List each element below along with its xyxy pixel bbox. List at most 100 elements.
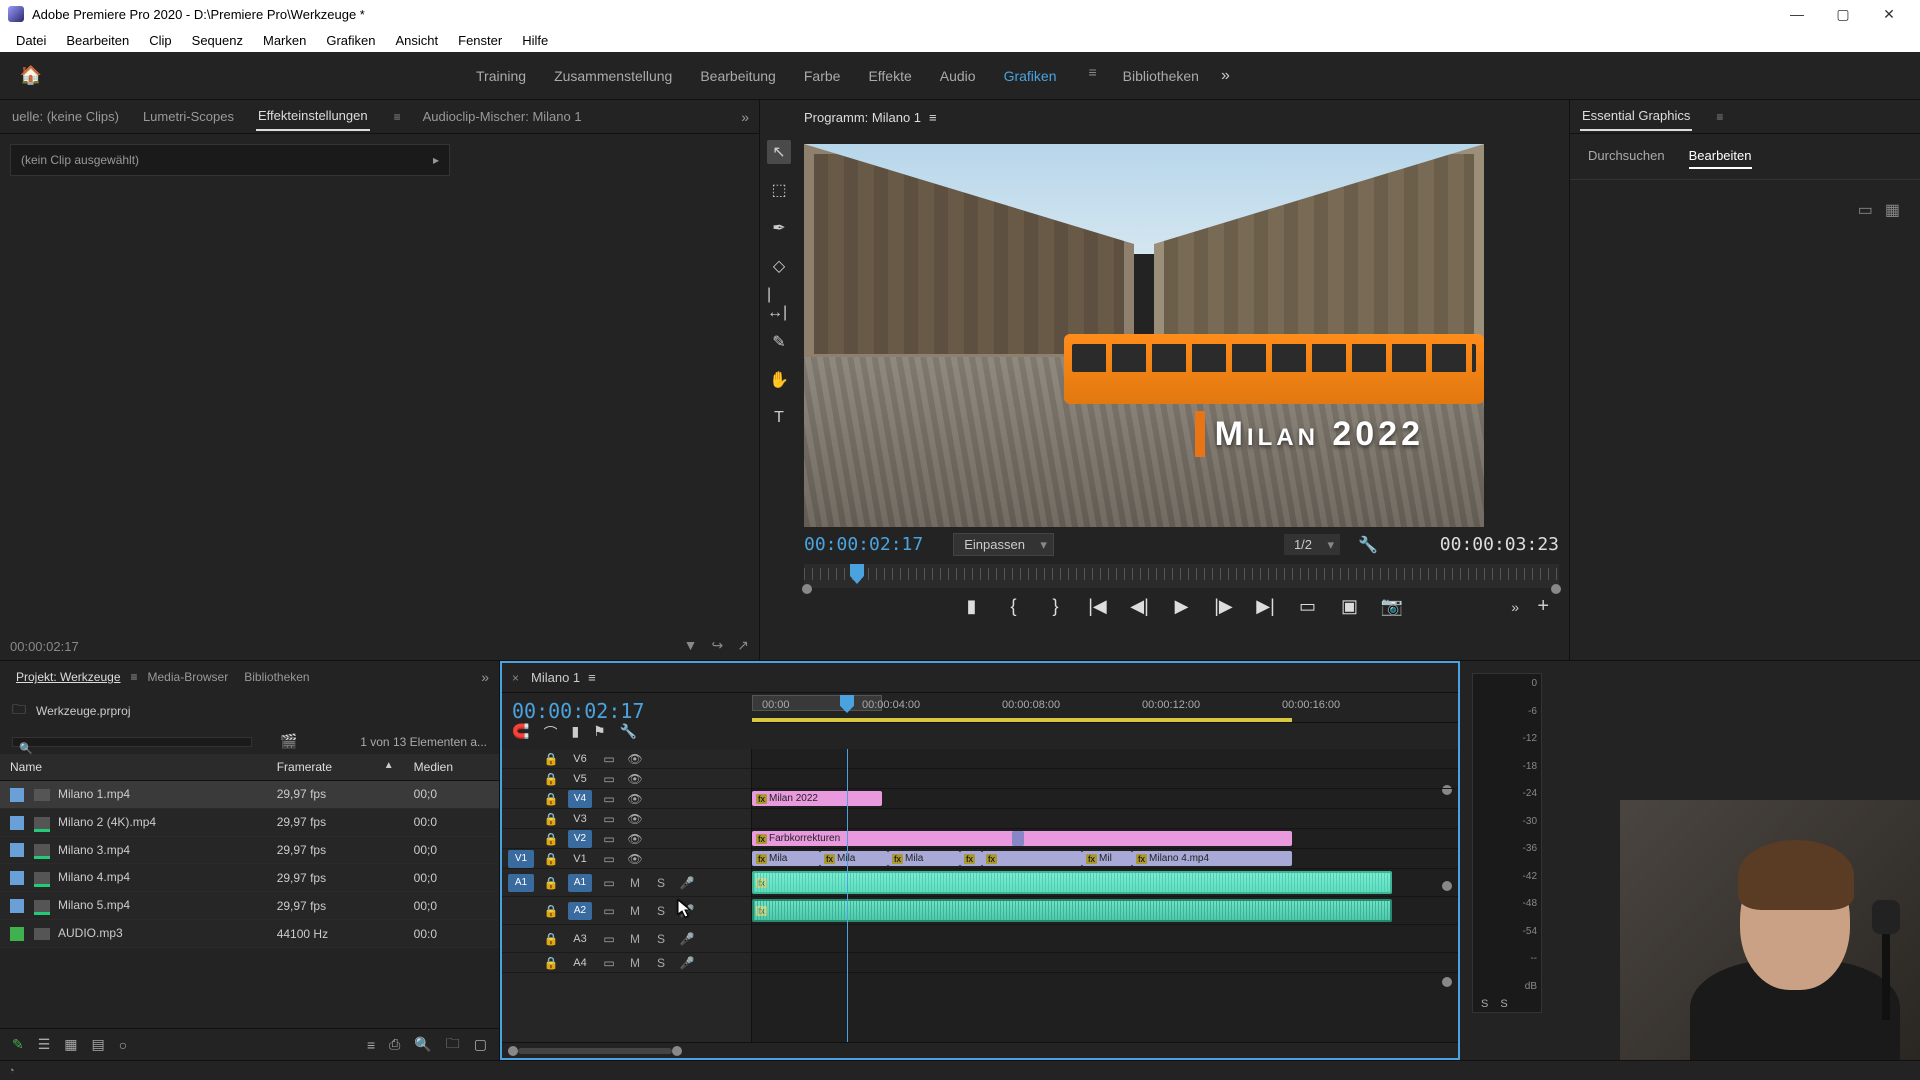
- eye-icon[interactable]: 👁: [626, 852, 644, 866]
- close-button[interactable]: ✕: [1866, 0, 1912, 28]
- fx-badge[interactable]: fx: [1136, 854, 1147, 864]
- column-header[interactable]: Name: [0, 754, 267, 781]
- export-frame-icon[interactable]: 📷: [1381, 596, 1403, 617]
- menu-hilfe[interactable]: Hilfe: [514, 31, 556, 50]
- track-name[interactable]: A4: [568, 957, 592, 969]
- maximize-button[interactable]: ▢: [1820, 0, 1866, 28]
- scroll-handle[interactable]: [1442, 977, 1452, 987]
- track-lane[interactable]: [752, 809, 1458, 829]
- lift-icon[interactable]: ▭: [1297, 596, 1319, 617]
- sync-lock-icon[interactable]: ▭: [600, 792, 618, 806]
- audio-track-header[interactable]: 🔒A2▭MS🎤: [502, 897, 751, 925]
- search-input[interactable]: [12, 737, 252, 747]
- track-lane[interactable]: [752, 953, 1458, 973]
- track-name[interactable]: V4: [568, 790, 592, 808]
- timeline-hscroll[interactable]: [502, 1042, 1458, 1058]
- sync-lock-icon[interactable]: ▭: [600, 876, 618, 890]
- extract-icon[interactable]: ▣: [1339, 596, 1361, 617]
- source-patch[interactable]: [508, 750, 534, 768]
- clip[interactable]: fx: [982, 851, 1082, 866]
- source-patch[interactable]: [508, 830, 534, 848]
- workspace-zusammenstellung[interactable]: Zusammenstellung: [552, 64, 674, 88]
- track-name[interactable]: V3: [568, 813, 592, 825]
- panel-menu-icon[interactable]: ≡: [131, 670, 138, 684]
- step-fwd-icon[interactable]: |▶: [1213, 596, 1235, 617]
- track-lane[interactable]: fxMilan 2022: [752, 789, 1458, 809]
- panel-menu-icon[interactable]: ≡: [394, 110, 401, 124]
- minimize-button[interactable]: —: [1774, 0, 1820, 28]
- project-item[interactable]: Milano 1.mp429,97 fps00;0: [0, 781, 499, 809]
- insert-icon[interactable]: ↪: [712, 637, 724, 654]
- find-icon[interactable]: 🔍: [414, 1036, 431, 1053]
- play-icon[interactable]: ▶: [1171, 596, 1193, 617]
- track-name[interactable]: A3: [568, 933, 592, 945]
- eye-icon[interactable]: 👁: [626, 792, 644, 806]
- workspace-bearbeitung[interactable]: Bearbeitung: [698, 64, 778, 88]
- playhead-line[interactable]: [847, 749, 848, 1042]
- lock-icon[interactable]: 🔒: [542, 792, 560, 806]
- clip[interactable]: fxMila: [752, 851, 820, 866]
- project-item[interactable]: AUDIO.mp344100 Hz00:0: [0, 920, 499, 948]
- project-tab[interactable]: Projekt: Werkzeuge: [10, 666, 127, 688]
- workspace-farbe[interactable]: Farbe: [802, 64, 843, 88]
- project-tab[interactable]: Bibliotheken: [238, 666, 315, 688]
- solo-button[interactable]: S: [652, 932, 670, 946]
- lock-icon[interactable]: 🔒: [542, 932, 560, 946]
- panel-menu-icon[interactable]: ≡: [588, 670, 596, 685]
- clip[interactable]: fxMilan 2022: [752, 791, 882, 806]
- eg-tab-durchsuchen[interactable]: Durchsuchen: [1588, 144, 1665, 169]
- video-track-header[interactable]: 🔒 V4 ▭ 👁: [502, 789, 751, 809]
- solo-button[interactable]: S: [652, 904, 670, 918]
- zoom-slider[interactable]: ○: [119, 1037, 127, 1053]
- freeform-view-icon[interactable]: ▤: [92, 1036, 105, 1053]
- clip[interactable]: fxMila: [820, 851, 888, 866]
- menu-datei[interactable]: Datei: [8, 31, 54, 50]
- source-patch[interactable]: A1: [508, 874, 534, 892]
- new-bin2-icon[interactable]: 🗀: [446, 1033, 460, 1057]
- track-lane[interactable]: fxFarbkorrekturen: [752, 829, 1458, 849]
- workspace-training[interactable]: Training: [474, 64, 528, 88]
- export-frame-icon[interactable]: ↗: [737, 637, 749, 654]
- menu-clip[interactable]: Clip: [141, 31, 179, 50]
- audio-track-header[interactable]: 🔒A3▭MS🎤: [502, 925, 751, 953]
- audio-track-header[interactable]: 🔒A4▭MS🎤: [502, 953, 751, 973]
- eye-icon[interactable]: 👁: [626, 752, 644, 766]
- solo-left[interactable]: S: [1481, 998, 1488, 1010]
- mute-button[interactable]: M: [626, 904, 644, 918]
- track-name[interactable]: A2: [568, 902, 592, 920]
- menu-fenster[interactable]: Fenster: [450, 31, 510, 50]
- mute-button[interactable]: M: [626, 932, 644, 946]
- source-patch[interactable]: [508, 954, 534, 972]
- close-sequence-icon[interactable]: ×: [512, 671, 519, 685]
- sync-lock-icon[interactable]: ▭: [600, 752, 618, 766]
- menu-ansicht[interactable]: Ansicht: [387, 31, 446, 50]
- group-icon[interactable]: ▦: [1885, 200, 1900, 220]
- list-view-icon[interactable]: ☰: [38, 1036, 51, 1053]
- sync-lock-icon[interactable]: ▭: [600, 832, 618, 846]
- mute-button[interactable]: M: [626, 956, 644, 970]
- column-header[interactable]: Framerate▲: [267, 754, 404, 781]
- pen2-tool-icon[interactable]: ✎: [767, 330, 791, 354]
- workspace-audio[interactable]: Audio: [938, 64, 978, 88]
- settings-icon[interactable]: 🔧: [620, 723, 637, 743]
- workspace-effekte[interactable]: Effekte: [866, 64, 913, 88]
- fx-badge[interactable]: fx: [892, 854, 903, 864]
- label-chip[interactable]: [10, 816, 24, 830]
- source-patch[interactable]: [508, 810, 534, 828]
- sync-lock-icon[interactable]: ▭: [600, 772, 618, 786]
- video-track-header[interactable]: 🔒V2▭👁: [502, 829, 751, 849]
- solo-button[interactable]: S: [652, 956, 670, 970]
- new-item-icon[interactable]: ▢: [474, 1036, 487, 1053]
- source-patch[interactable]: [508, 930, 534, 948]
- rectangle-tool-icon[interactable]: ◇: [767, 254, 791, 278]
- mark-out-icon[interactable]: }: [1045, 596, 1067, 617]
- lock-icon[interactable]: 🔒: [542, 812, 560, 826]
- sort-icon[interactable]: ≡: [367, 1037, 375, 1053]
- source-patch[interactable]: [508, 770, 534, 788]
- voiceover-icon[interactable]: 🎤: [678, 956, 696, 970]
- track-name[interactable]: V5: [568, 773, 592, 785]
- track-lane[interactable]: [752, 925, 1458, 953]
- lock-icon[interactable]: 🔒: [542, 904, 560, 918]
- eye-icon[interactable]: 👁: [626, 832, 644, 846]
- track-lane[interactable]: fx: [752, 869, 1458, 897]
